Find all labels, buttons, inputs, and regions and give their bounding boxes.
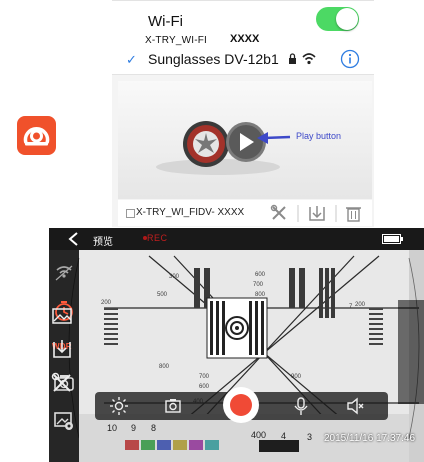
resolution-test-chart: 300600 700800 500800 900700 600400 7200 … bbox=[49, 228, 424, 462]
svg-text:10: 10 bbox=[107, 423, 117, 433]
svg-text:800: 800 bbox=[255, 292, 266, 298]
svg-text:8: 8 bbox=[151, 423, 156, 433]
camera-lens-icon bbox=[23, 127, 50, 146]
svg-text:9: 9 bbox=[131, 423, 136, 433]
svg-text:400: 400 bbox=[251, 430, 266, 440]
svg-text:3: 3 bbox=[307, 432, 312, 442]
svg-text:500: 500 bbox=[157, 292, 168, 298]
info-icon[interactable] bbox=[340, 49, 360, 69]
svg-text:600: 600 bbox=[255, 272, 266, 278]
camera-app-icon[interactable] bbox=[17, 116, 56, 155]
network-status-icons bbox=[289, 53, 316, 65]
svg-text:900: 900 bbox=[291, 374, 302, 380]
preview-title: 预览 bbox=[93, 237, 113, 248]
record-button[interactable] bbox=[223, 387, 259, 423]
center-target bbox=[206, 297, 268, 359]
svg-text:200: 200 bbox=[355, 302, 366, 308]
toggle-knob bbox=[336, 8, 358, 30]
wifi-title: Wi-Fi bbox=[148, 13, 183, 30]
play-button bbox=[226, 122, 266, 162]
wifi-signal-icon[interactable] bbox=[53, 262, 75, 284]
photo-settings-icon[interactable] bbox=[53, 410, 75, 432]
settings-icon[interactable] bbox=[51, 372, 73, 394]
microphone-icon[interactable] bbox=[291, 396, 311, 416]
video-thumbnail[interactable]: Play button bbox=[118, 81, 372, 199]
svg-text:700: 700 bbox=[253, 282, 264, 288]
divider bbox=[112, 0, 374, 1]
svg-text:200: 200 bbox=[101, 300, 112, 306]
play-button-label: Play button bbox=[296, 131, 342, 141]
camera-right-toolbar bbox=[398, 300, 424, 404]
gallery-icon[interactable] bbox=[51, 306, 73, 328]
wifi-subtitle-name: XXXX bbox=[230, 33, 260, 45]
checkmark-icon: ✓ bbox=[126, 52, 137, 67]
connected-network-name[interactable]: Sunglasses DV-12b1 bbox=[148, 51, 279, 67]
download-icon[interactable] bbox=[309, 206, 325, 221]
wifi-signal-icon bbox=[302, 53, 316, 65]
snapshot-icon[interactable] bbox=[163, 396, 183, 416]
brightness-icon[interactable] bbox=[109, 396, 129, 416]
delete-icon[interactable] bbox=[346, 207, 361, 222]
camera-viewfinder[interactable]: 300600 700800 500800 900700 600400 7200 … bbox=[49, 228, 424, 462]
svg-text:600: 600 bbox=[199, 384, 210, 390]
settings-icon[interactable] bbox=[270, 204, 286, 220]
video-actions bbox=[270, 204, 361, 222]
video-card-footer: X-TRY_WI_FIDV- XXXX bbox=[118, 200, 372, 226]
rec-label: REC bbox=[147, 233, 168, 243]
film-reel-icon bbox=[183, 121, 229, 167]
wifi-subtitle-ssid: X-TRY_WI-FI bbox=[145, 35, 208, 46]
download-icon[interactable] bbox=[51, 338, 73, 360]
svg-text:800: 800 bbox=[159, 364, 170, 370]
svg-text:700: 700 bbox=[199, 374, 210, 380]
video-file-name: X-TRY_WI_FIDV- XXXX bbox=[136, 207, 245, 218]
speaker-icon[interactable] bbox=[345, 396, 365, 416]
battery-icon bbox=[382, 234, 403, 244]
lock-icon bbox=[289, 53, 296, 64]
svg-text:4: 4 bbox=[281, 431, 286, 441]
svg-text:300: 300 bbox=[169, 274, 180, 280]
record-dot bbox=[230, 394, 252, 416]
video-timestamp: 2015/11/16 17:37:46 bbox=[324, 433, 416, 444]
select-checkbox[interactable] bbox=[126, 209, 135, 218]
wifi-toggle[interactable] bbox=[316, 7, 359, 31]
chevron-left-icon[interactable] bbox=[67, 231, 81, 247]
